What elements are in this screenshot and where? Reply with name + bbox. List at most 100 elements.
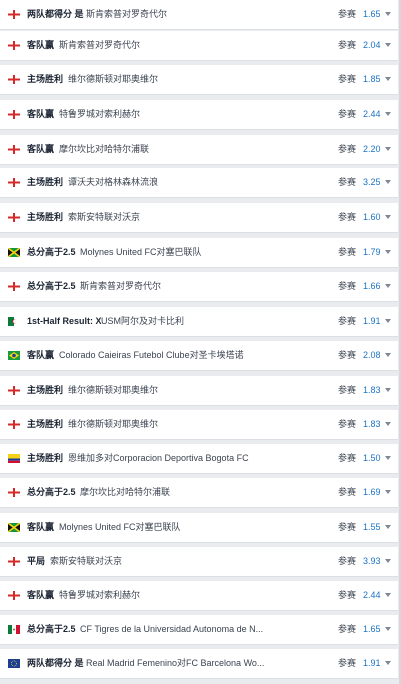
match-name[interactable]: Colorado Caieiras Futebol Clube对圣卡埃塔诺 [59, 349, 244, 361]
odds-value[interactable]: 1.55 [363, 521, 381, 533]
match-name[interactable]: 特鲁罗城对索利赫尔 [59, 589, 140, 601]
match-name[interactable]: Molynes United FC对塞巴联队 [59, 521, 181, 533]
match-name[interactable]: Real Madrid Femenino对FC Barcelona Wo... [86, 657, 264, 669]
enter-button[interactable]: 参赛 [338, 657, 356, 669]
chevron-down-icon[interactable] [385, 319, 391, 323]
odds-value[interactable]: 1.50 [363, 452, 381, 464]
bet-row[interactable]: 客队赢 Colorado Caieiras Futebol Clube对圣卡埃塔诺… [0, 341, 398, 371]
match-name[interactable]: CF Tigres de la Universidad Autonoma de … [80, 623, 263, 635]
odds-value[interactable]: 1.83 [363, 384, 381, 396]
bet-row[interactable]: 总分高于2.5 斯肯索普对罗奇代尔 参赛 1.66 [0, 272, 398, 302]
match-name[interactable]: 斯肯索普对罗奇代尔 [86, 8, 167, 20]
match-name[interactable]: 维尔德斯顿对耶奥维尔 [68, 73, 158, 85]
chevron-down-icon[interactable] [385, 456, 391, 460]
match-name[interactable]: 维尔德斯顿对耶奥维尔 [68, 418, 158, 430]
chevron-down-icon[interactable] [385, 559, 391, 563]
enter-button[interactable]: 参赛 [338, 108, 356, 120]
enter-button[interactable]: 参赛 [338, 73, 356, 85]
bet-row[interactable]: 主场胜利 维尔德斯顿对耶奥维尔 参赛 1.83 [0, 410, 398, 440]
enter-button[interactable]: 参赛 [338, 211, 356, 223]
match-name[interactable]: 索斯安特联对沃京 [68, 211, 140, 223]
odds-value[interactable]: 1.83 [363, 418, 381, 430]
match-name[interactable]: 维尔德斯顿对耶奥维尔 [68, 384, 158, 396]
chevron-down-icon[interactable] [385, 627, 391, 631]
odds-value[interactable]: 3.93 [363, 555, 381, 567]
enter-button[interactable]: 参赛 [338, 555, 356, 567]
bet-row[interactable]: 两队都得分 是斯肯索普对罗奇代尔 参赛 1.65 [0, 0, 398, 30]
enter-button[interactable]: 参赛 [338, 280, 356, 292]
odds-value[interactable]: 3.25 [363, 176, 381, 188]
chevron-down-icon[interactable] [385, 525, 391, 529]
enter-button[interactable]: 参赛 [338, 8, 356, 20]
match-name[interactable]: 恩维加多对Corporacion Deportiva Bogota FC [68, 452, 249, 464]
bet-row[interactable]: 两队都得分 是 Real Madrid Femenino对FC Barcelona… [0, 649, 398, 679]
match-name[interactable]: 摩尔坎比对哈特尔浦联 [80, 486, 170, 498]
odds-value[interactable]: 2.08 [363, 349, 381, 361]
match-name[interactable]: 索斯安特联对沃京 [50, 555, 122, 567]
odds-value[interactable]: 2.04 [363, 39, 381, 51]
odds-value[interactable]: 2.44 [363, 589, 381, 601]
odds-value[interactable]: 2.20 [363, 143, 381, 155]
chevron-down-icon[interactable] [385, 77, 391, 81]
odds-value[interactable]: 1.79 [363, 246, 381, 258]
bet-row[interactable]: 客队赢 特鲁罗城对索利赫尔 参赛 2.44 [0, 100, 398, 130]
chevron-down-icon[interactable] [385, 250, 391, 254]
enter-button[interactable]: 参赛 [338, 176, 356, 188]
odds-value[interactable]: 1.91 [363, 315, 381, 327]
odds-value[interactable]: 1.66 [363, 280, 381, 292]
bet-row[interactable]: 主场胜利 索斯安特联对沃京 参赛 1.60 [0, 203, 398, 233]
enter-button[interactable]: 参赛 [338, 384, 356, 396]
odds-value[interactable]: 2.44 [363, 108, 381, 120]
chevron-down-icon[interactable] [385, 661, 391, 665]
chevron-down-icon[interactable] [385, 593, 391, 597]
enter-button[interactable]: 参赛 [338, 452, 356, 464]
enter-button[interactable]: 参赛 [338, 623, 356, 635]
bet-row[interactable]: 主场胜利 恩维加多对Corporacion Deportiva Bogota FC… [0, 444, 398, 474]
odds-value[interactable]: 1.60 [363, 211, 381, 223]
enter-button[interactable]: 参赛 [338, 589, 356, 601]
match-name[interactable]: 斯肯索普对罗奇代尔 [80, 280, 161, 292]
bet-row[interactable]: 1st-Half Result: X USM阿尔及对卡比利 参赛 1.91 [0, 307, 398, 337]
chevron-down-icon[interactable] [385, 284, 391, 288]
bet-row[interactable]: 主场胜利 维尔德斯顿对耶奥维尔 参赛 1.83 [0, 376, 398, 406]
chevron-down-icon[interactable] [385, 215, 391, 219]
chevron-down-icon[interactable] [385, 490, 391, 494]
chevron-down-icon[interactable] [385, 12, 391, 16]
enter-button[interactable]: 参赛 [338, 418, 356, 430]
chevron-down-icon[interactable] [385, 353, 391, 357]
match-name[interactable]: 摩尔坎比对哈特尔浦联 [59, 143, 149, 155]
chevron-down-icon[interactable] [385, 180, 391, 184]
chevron-down-icon[interactable] [385, 43, 391, 47]
bet-row[interactable]: 客队赢 特鲁罗城对索利赫尔 参赛 2.44 [0, 581, 398, 611]
bet-row[interactable]: 总分高于2.5 摩尔坎比对哈特尔浦联 参赛 1.69 [0, 478, 398, 508]
enter-button[interactable]: 参赛 [338, 246, 356, 258]
match-name[interactable]: USM阿尔及对卡比利 [101, 315, 184, 327]
bet-row[interactable]: 客队赢 Molynes United FC对塞巴联队 参赛 1.55 [0, 513, 398, 543]
match-name[interactable]: Molynes United FC对塞巴联队 [80, 246, 202, 258]
enter-button[interactable]: 参赛 [338, 486, 356, 498]
odds-value[interactable]: 1.85 [363, 73, 381, 85]
enter-button[interactable]: 参赛 [338, 315, 356, 327]
match-name[interactable]: 谭沃夫对格林森林流浪 [68, 176, 158, 188]
bet-row[interactable]: 总分高于2.5 CF Tigres de la Universidad Auton… [0, 615, 398, 645]
match-name[interactable]: 斯肯索普对罗奇代尔 [59, 39, 140, 51]
odds-value[interactable]: 1.65 [363, 623, 381, 635]
enter-button[interactable]: 参赛 [338, 521, 356, 533]
enter-button[interactable]: 参赛 [338, 349, 356, 361]
bet-row[interactable]: 客队赢 摩尔坎比对哈特尔浦联 参赛 2.20 [0, 135, 398, 165]
match-name[interactable]: 特鲁罗城对索利赫尔 [59, 108, 140, 120]
bet-row[interactable]: 客队赢 斯肯索普对罗奇代尔 参赛 2.04 [0, 31, 398, 61]
bet-row[interactable]: 主场胜利 维尔德斯顿对耶奥维尔 参赛 1.85 [0, 65, 398, 95]
enter-button[interactable]: 参赛 [338, 39, 356, 51]
bet-row[interactable]: 总分高于2.5 Molynes United FC对塞巴联队 参赛 1.79 [0, 238, 398, 268]
chevron-down-icon[interactable] [385, 388, 391, 392]
odds-value[interactable]: 1.65 [363, 8, 381, 20]
enter-button[interactable]: 参赛 [338, 143, 356, 155]
chevron-down-icon[interactable] [385, 112, 391, 116]
chevron-down-icon[interactable] [385, 422, 391, 426]
odds-value[interactable]: 1.69 [363, 486, 381, 498]
bet-row[interactable]: 平局 索斯安特联对沃京 参赛 3.93 [0, 547, 398, 577]
chevron-down-icon[interactable] [385, 147, 391, 151]
odds-value[interactable]: 1.91 [363, 657, 381, 669]
bet-row[interactable]: 主场胜利 谭沃夫对格林森林流浪 参赛 3.25 [0, 168, 398, 198]
